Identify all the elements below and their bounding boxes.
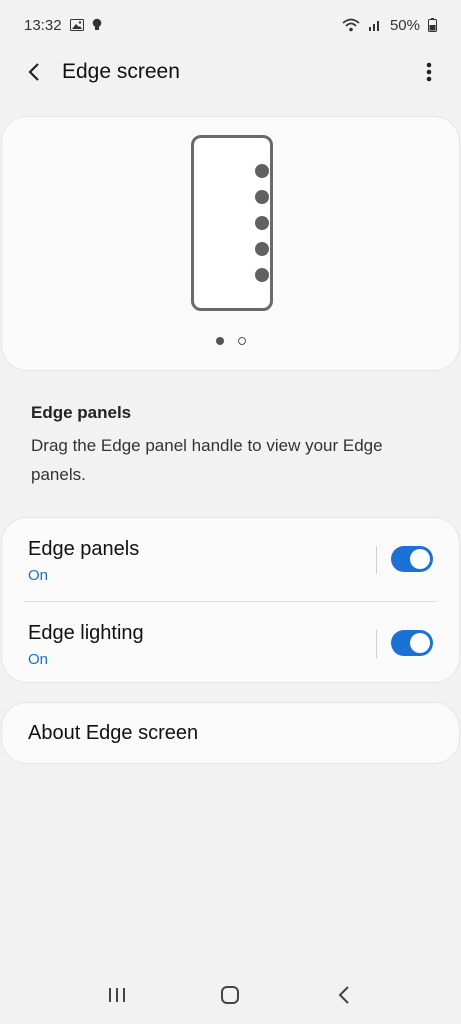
status-bar-left: 13:32: [24, 17, 102, 34]
edge-panel-dot: [255, 190, 269, 204]
back-icon: [338, 986, 349, 1004]
toggle-knob: [410, 549, 430, 569]
description-body: Drag the Edge panel handle to view your …: [31, 436, 383, 484]
edge-panels-toggle[interactable]: [391, 546, 433, 572]
edge-panel-dot: [255, 268, 269, 282]
settings-card: Edge panels On Edge lighting On: [1, 517, 460, 683]
preview-pager: [2, 337, 459, 345]
about-label: About Edge screen: [28, 722, 199, 744]
more-options-button[interactable]: [415, 52, 443, 92]
page-title: Edge screen: [62, 60, 180, 83]
edge-panel-dot: [255, 216, 269, 230]
setting-status: On: [28, 651, 49, 668]
battery-icon: [428, 18, 437, 32]
recents-icon: [108, 988, 125, 1002]
status-bar: 13:32 50%: [0, 0, 461, 50]
status-time: 13:32: [24, 16, 62, 34]
edge-preview-card[interactable]: [1, 116, 460, 371]
setting-row-edge-lighting[interactable]: Edge lighting On: [2, 602, 459, 684]
more-vertical-icon: [426, 62, 432, 82]
notification-bulb-icon: [92, 18, 102, 32]
back-button[interactable]: [18, 52, 50, 92]
setting-label: Edge lighting: [28, 622, 144, 644]
battery-percent: 50%: [389, 16, 420, 34]
chevron-left-icon: [28, 63, 39, 81]
pager-dot-inactive[interactable]: [237, 337, 246, 345]
recents-button[interactable]: [97, 975, 137, 1015]
edge-panel-dot: [255, 164, 269, 178]
edge-panels-description: Edge panels Drag the Edge panel handle t…: [31, 403, 436, 489]
about-edge-screen-item[interactable]: About Edge screen: [1, 702, 460, 764]
status-bar-right: 50%: [342, 17, 437, 34]
vertical-divider: [376, 630, 377, 658]
gallery-icon: [69, 19, 84, 31]
description-title: Edge panels: [31, 403, 132, 422]
home-icon: [221, 986, 240, 1004]
edge-lighting-toggle[interactable]: [391, 630, 433, 656]
pager-dot-active[interactable]: [215, 337, 224, 345]
toggle-knob: [410, 633, 430, 653]
edge-panel-dot: [255, 242, 269, 256]
setting-status: On: [28, 567, 49, 584]
vertical-divider: [376, 546, 377, 574]
phone-illustration: [191, 135, 273, 311]
setting-label: Edge panels: [28, 538, 140, 560]
signal-icon: [368, 18, 382, 32]
setting-row-edge-panels[interactable]: Edge panels On: [2, 518, 459, 600]
navigation-bar: [0, 966, 461, 1024]
app-bar: Edge screen: [0, 50, 461, 94]
home-button[interactable]: [210, 975, 250, 1015]
nav-back-button[interactable]: [324, 975, 364, 1015]
wifi-icon: [342, 18, 360, 32]
